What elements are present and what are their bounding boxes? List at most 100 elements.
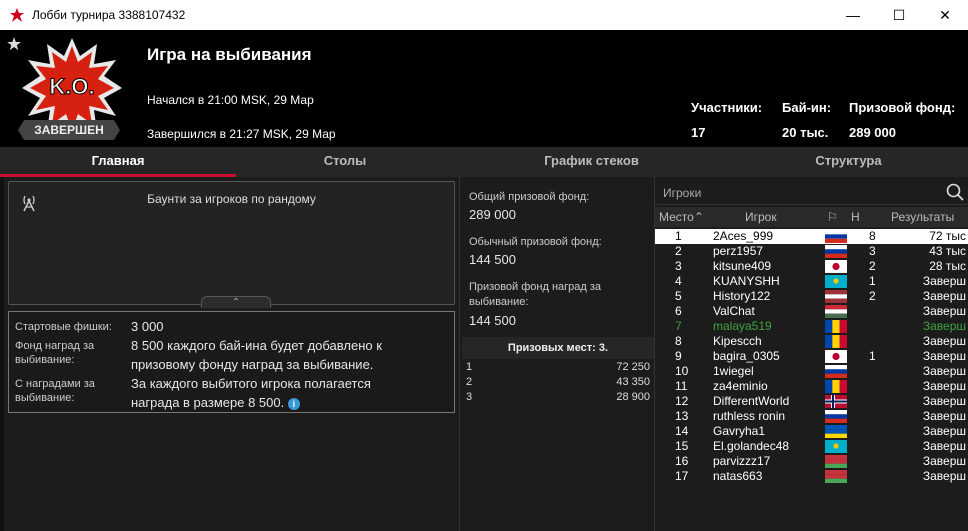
flag-column-icon[interactable]: ⚐ bbox=[827, 210, 838, 224]
prizepool-label: Призовой фонд: bbox=[849, 100, 956, 115]
favorite-star-icon[interactable]: ★ bbox=[6, 34, 22, 55]
table-row[interactable]: 15 El.golandec48 Заверш bbox=[655, 439, 968, 454]
players-panel: Игроки Место⌃ Игрок ⚐ Н Результаты 1 2Ace… bbox=[655, 177, 968, 531]
country-flag-icon bbox=[825, 350, 847, 363]
player-name: 1wiegel bbox=[713, 364, 754, 378]
player-name: za4eminio bbox=[713, 379, 768, 393]
player-place: 10 bbox=[675, 364, 689, 378]
search-icon[interactable] bbox=[946, 183, 964, 201]
player-result: Заверш bbox=[922, 469, 966, 483]
with-bounty-label-2: выбивание: bbox=[15, 392, 75, 404]
table-row[interactable]: 2 perz1957 3 43 тыс bbox=[655, 244, 968, 259]
country-flag-icon bbox=[825, 470, 847, 483]
table-row[interactable]: 12 DifferentWorld Заверш bbox=[655, 394, 968, 409]
player-place: 9 bbox=[675, 349, 682, 363]
country-flag-icon bbox=[825, 440, 847, 453]
table-row[interactable]: 1 2Aces_999 8 72 тыс bbox=[655, 229, 968, 244]
maximize-button[interactable]: ☐ bbox=[876, 0, 922, 30]
info-panel: Баунти за игроков по рандому ⌃ Стартовые… bbox=[4, 177, 459, 531]
country-flag-icon bbox=[825, 230, 847, 243]
table-row[interactable]: 17 natas663 Заверш bbox=[655, 469, 968, 484]
player-result: Заверш bbox=[922, 319, 966, 333]
col-results[interactable]: Результаты bbox=[891, 210, 954, 224]
buyin-value: 20 тыс. bbox=[782, 125, 829, 140]
player-name: 2Aces_999 bbox=[713, 229, 774, 243]
player-result: Заверш bbox=[922, 334, 966, 348]
player-result: Заверш bbox=[922, 379, 966, 393]
title-bar: Лобби турнира 3388107432 — ☐ ✕ bbox=[0, 0, 968, 30]
tab-structure[interactable]: Структура bbox=[729, 147, 968, 177]
col-knockouts[interactable]: Н bbox=[851, 210, 860, 224]
bounty-fund-value-1: 8 500 каждого бай-ина будет добавлено к bbox=[131, 338, 382, 353]
table-row[interactable]: 14 Gavryha1 Заверш bbox=[655, 424, 968, 439]
table-row[interactable]: 3 kitsune409 2 28 тыс bbox=[655, 259, 968, 274]
tab-tables[interactable]: Столы bbox=[236, 147, 454, 177]
player-name: parvizzz17 bbox=[713, 454, 771, 468]
country-flag-icon bbox=[825, 245, 847, 258]
participants-label: Участники: bbox=[691, 100, 763, 115]
player-search-placeholder: Игроки bbox=[663, 186, 702, 200]
table-row[interactable]: 7 malaya519 Заверш bbox=[655, 319, 968, 334]
participants-value: 17 bbox=[691, 125, 706, 140]
player-result: Заверш bbox=[922, 364, 966, 378]
chevron-up-icon: ⌃ bbox=[231, 297, 241, 308]
player-knockouts: 8 bbox=[869, 229, 876, 243]
bounty-fund-label-2: выбивание: bbox=[15, 354, 75, 366]
table-row[interactable]: 9 bagira_0305 1 Заверш bbox=[655, 349, 968, 364]
table-row[interactable]: 11 za4eminio Заверш bbox=[655, 379, 968, 394]
close-button[interactable]: ✕ bbox=[922, 0, 968, 30]
starting-chips-label: Стартовые фишки: bbox=[15, 321, 112, 333]
col-place[interactable]: Место⌃ bbox=[659, 210, 704, 224]
player-place: 8 bbox=[675, 334, 682, 348]
tab-stack-chart[interactable]: График стеков bbox=[454, 147, 729, 177]
player-name: ruthless ronin bbox=[713, 409, 786, 423]
country-flag-icon bbox=[825, 395, 847, 408]
player-knockouts: 3 bbox=[869, 244, 876, 258]
table-row[interactable]: 8 Kipescch Заверш bbox=[655, 334, 968, 349]
with-bounty-value-1: За каждого выбитого игрока полагается bbox=[131, 376, 371, 391]
player-result: Заверш bbox=[922, 439, 966, 453]
bounty-prize-label-1: Призовой фонд наград за bbox=[469, 281, 602, 293]
sort-asc-icon: ⌃ bbox=[693, 210, 704, 224]
col-player[interactable]: Игрок bbox=[745, 210, 777, 224]
player-result: Заверш bbox=[922, 304, 966, 318]
table-row[interactable]: 5 History122 2 Заверш bbox=[655, 289, 968, 304]
window-title: Лобби турнира 3388107432 bbox=[32, 8, 186, 22]
collapse-toggle[interactable]: ⌃ bbox=[201, 296, 271, 308]
table-row[interactable]: 6 ValChat Заверш bbox=[655, 304, 968, 319]
total-prize-value: 289 000 bbox=[469, 207, 516, 222]
country-flag-icon bbox=[825, 290, 847, 303]
player-place: 7 bbox=[675, 319, 682, 333]
player-result: 72 тыс bbox=[929, 229, 966, 243]
country-flag-icon bbox=[825, 275, 847, 288]
player-knockouts: 1 bbox=[869, 274, 876, 288]
player-place: 15 bbox=[675, 439, 689, 453]
country-flag-icon bbox=[825, 410, 847, 423]
minimize-button[interactable]: — bbox=[830, 0, 876, 30]
table-row[interactable]: 10 1wiegel Заверш bbox=[655, 364, 968, 379]
prizepool-value: 289 000 bbox=[849, 125, 896, 140]
bounty-text: Баунти за игроков по рандому bbox=[147, 192, 316, 206]
start-time: Начался в 21:00 MSK, 29 Мар bbox=[147, 93, 314, 107]
table-row[interactable]: 4 KUANYSHH 1 Заверш bbox=[655, 274, 968, 289]
country-flag-icon bbox=[825, 305, 847, 318]
prize-row: 2 43 350 bbox=[466, 376, 650, 388]
country-flag-icon bbox=[825, 260, 847, 273]
bounty-fund-value-2: призовому фонду наград за выбивание. bbox=[131, 357, 374, 372]
table-row[interactable]: 16 parvizzz17 Заверш bbox=[655, 454, 968, 469]
info-icon[interactable]: i bbox=[287, 397, 300, 410]
prize-row: 3 28 900 bbox=[466, 391, 650, 403]
player-search[interactable]: Игроки bbox=[657, 179, 968, 205]
prize-row: 1 72 250 bbox=[466, 361, 650, 373]
player-name: KUANYSHH bbox=[713, 274, 780, 288]
with-bounty-value-2-wrap: награда в размере 8 500. i bbox=[131, 393, 300, 412]
country-flag-icon bbox=[825, 455, 847, 468]
buyin-label: Бай-ин: bbox=[782, 100, 832, 115]
table-row[interactable]: 13 ruthless ronin Заверш bbox=[655, 409, 968, 424]
prize-places-header: Призовых мест: 3. bbox=[462, 337, 654, 359]
with-bounty-value-2: награда в размере 8 500. bbox=[131, 395, 285, 410]
tab-main[interactable]: Главная bbox=[0, 147, 236, 177]
bounty-prize-label-2: выбивание: bbox=[469, 296, 529, 308]
player-name: kitsune409 bbox=[713, 259, 772, 273]
player-result: Заверш bbox=[922, 394, 966, 408]
